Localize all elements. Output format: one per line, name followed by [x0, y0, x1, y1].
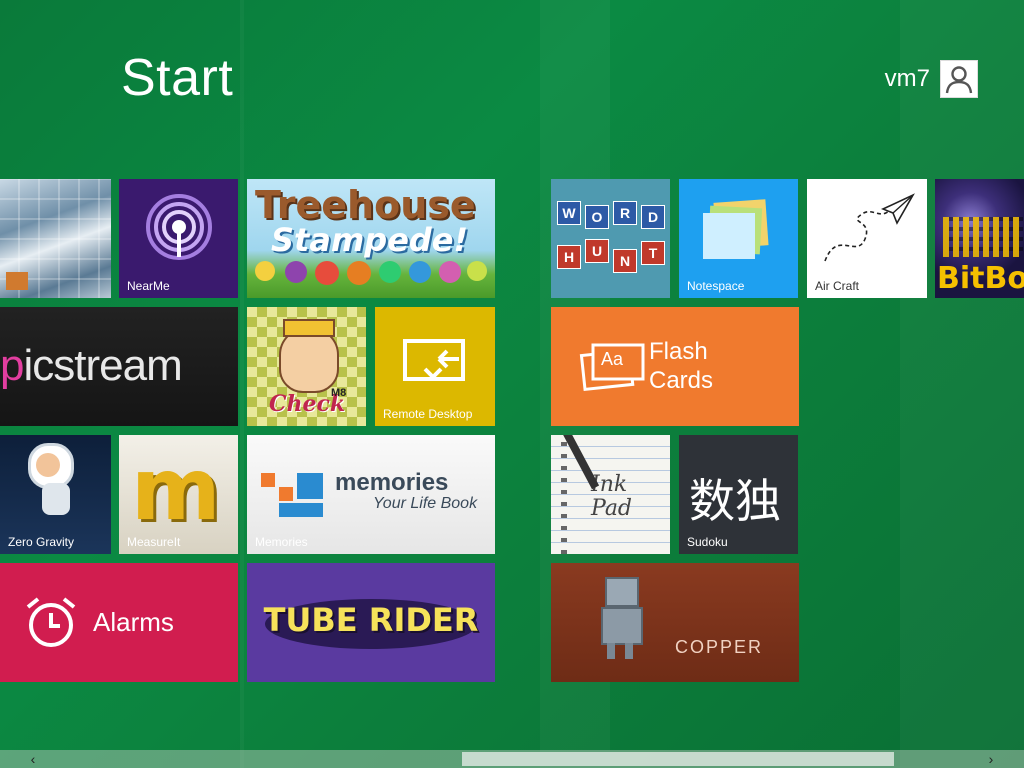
tile-inkpad[interactable]: Ink Pad	[551, 435, 670, 554]
tile-photo-puzzle[interactable]	[0, 179, 111, 298]
king-crown	[283, 319, 335, 337]
chevron-right-icon[interactable]: ›	[982, 750, 1000, 768]
tile-remote-desktop[interactable]: Remote Desktop	[375, 307, 495, 426]
copper-title: COPPER	[675, 637, 764, 657]
memories-subtitle: Your Life Book	[373, 495, 478, 512]
flash-cards-title-line2: Cards	[649, 367, 714, 394]
robot-leg	[607, 643, 615, 659]
background-band	[900, 0, 1024, 768]
horizontal-scrollbar[interactable]: ‹ ›	[0, 750, 1024, 768]
word-hunt-letter: T	[641, 241, 665, 265]
picstream-accent: p	[0, 341, 25, 390]
tile-memories[interactable]: memories Your Life Book Memories	[247, 435, 495, 554]
tile-copper[interactable]: COPPER	[551, 563, 799, 682]
memories-square	[279, 487, 293, 501]
word-hunt-letter: H	[557, 245, 581, 269]
user-avatar-icon[interactable]	[940, 60, 978, 98]
note-front	[703, 213, 755, 259]
memories-square	[261, 473, 275, 487]
measureit-logo: m	[131, 440, 221, 540]
robot-head	[605, 577, 639, 607]
tile-label: Remote Desktop	[383, 407, 473, 421]
treehouse-title-line2: Stampede!	[271, 221, 469, 259]
radio-signal-icon	[146, 194, 212, 260]
bitbox-title: BitBo	[937, 261, 1024, 296]
robot-leg	[625, 643, 633, 659]
tile-bitbox[interactable]: BitBo	[935, 179, 1024, 298]
tile-word-hunt[interactable]: WORD HUNT	[551, 179, 670, 298]
tile-label: NearMe	[127, 279, 170, 293]
chevron-left-icon[interactable]: ‹	[24, 750, 42, 768]
astronaut-body	[42, 483, 70, 515]
astronaut-face	[36, 453, 60, 477]
tile-label: Sudoku	[687, 535, 728, 549]
flash-cards-title-line1: Flash	[649, 338, 708, 365]
tile-label: Memories	[255, 535, 308, 549]
treehouse-creatures	[255, 261, 495, 285]
bitbox-pixels	[943, 217, 1023, 257]
tile-alarms[interactable]: Alarms	[0, 563, 238, 682]
tile-sudoku[interactable]: 数独 Sudoku	[679, 435, 798, 554]
sudoku-glyph: 数独	[689, 474, 781, 528]
memories-square	[297, 473, 323, 499]
remote-desktop-icon	[403, 339, 465, 381]
tile-label: Zero Gravity	[8, 535, 75, 549]
user-account[interactable]: vm7	[885, 60, 978, 98]
word-hunt-letter: W	[557, 201, 581, 225]
flash-cards-title: Flash Cards	[649, 337, 713, 395]
memories-square	[279, 503, 323, 517]
spiral-binding	[561, 435, 567, 554]
scrollbar-thumb[interactable]	[462, 752, 894, 766]
checkm8-suffix: M8	[331, 387, 347, 399]
puzzle-badge	[6, 272, 28, 290]
tile-nearme[interactable]: NearMe	[119, 179, 238, 298]
picstream-rest: icstream	[23, 341, 182, 390]
robot-body	[601, 607, 643, 645]
tile-zero-gravity[interactable]: Zero Gravity	[0, 435, 111, 554]
tile-aircraft[interactable]: Air Craft	[807, 179, 927, 298]
tile-picstream[interactable]: picstream	[0, 307, 238, 426]
tile-label: Air Craft	[815, 279, 860, 293]
word-hunt-letter: N	[613, 249, 637, 273]
word-hunt-letter: U	[585, 239, 609, 263]
tile-notespace[interactable]: Notespace	[679, 179, 798, 298]
cards-icon-text: Aa	[601, 349, 624, 369]
tile-treehouse-stampede[interactable]: Treehouse Stampede!	[247, 179, 495, 298]
background-band	[240, 0, 244, 768]
alarms-title: Alarms	[93, 607, 174, 637]
tile-label: MeasureIt	[127, 535, 181, 549]
user-name: vm7	[884, 65, 930, 92]
paper-plane-icon	[824, 193, 915, 262]
tile-checkm8[interactable]: Check M8	[247, 307, 366, 426]
word-hunt-letter: D	[641, 205, 665, 229]
tube-rider-title: TUBE RIDER	[263, 601, 479, 639]
word-hunt-letter: O	[585, 205, 609, 229]
page-title: Start	[121, 49, 234, 107]
tile-tube-rider[interactable]: TUBE RIDER	[247, 563, 495, 682]
tile-measureit[interactable]: m MeasureIt	[119, 435, 238, 554]
tile-flash-cards[interactable]: Aa Flash Cards	[551, 307, 799, 426]
memories-title: memories	[335, 469, 449, 496]
word-hunt-letter: R	[613, 201, 637, 225]
tile-label: Notespace	[687, 279, 745, 293]
inkpad-title: Ink Pad	[591, 472, 633, 521]
alarm-clock-icon	[26, 597, 76, 647]
picstream-title: picstream	[0, 341, 183, 391]
